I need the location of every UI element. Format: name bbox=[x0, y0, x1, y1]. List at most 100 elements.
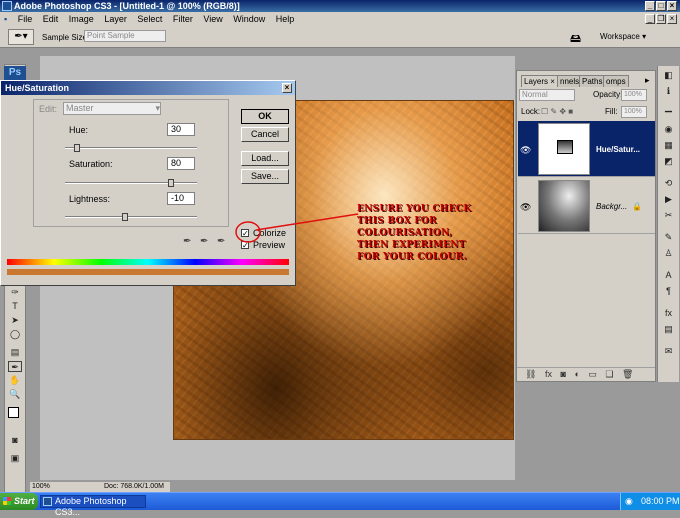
lock-icon: 🔒 bbox=[632, 202, 642, 211]
histogram-icon[interactable]: ▁ bbox=[662, 102, 675, 113]
ps-menu-icon[interactable]: ▪ bbox=[0, 12, 11, 26]
blend-mode-select[interactable]: Normal bbox=[519, 89, 575, 101]
load-button[interactable]: Load... bbox=[241, 151, 289, 166]
tab-comps[interactable]: omps bbox=[603, 75, 629, 87]
eye-icon[interactable]: 👁 bbox=[520, 202, 531, 213]
eye-icon[interactable]: 👁 bbox=[520, 145, 531, 156]
menu-filter[interactable]: Filter bbox=[169, 12, 197, 26]
doc-minimize-button[interactable]: _ bbox=[645, 14, 655, 24]
saturation-label: Saturation: bbox=[69, 159, 113, 169]
notes-icon[interactable]: ✉ bbox=[662, 346, 675, 357]
notes-tool-icon[interactable]: ▤ bbox=[8, 347, 22, 358]
ok-button[interactable]: OK bbox=[241, 109, 289, 124]
trash-icon[interactable]: 🗑 bbox=[622, 369, 633, 379]
menu-image[interactable]: Image bbox=[65, 12, 98, 26]
layer-row-background[interactable]: 👁 Backgr... 🔒 bbox=[518, 178, 655, 234]
lightness-slider-thumb[interactable] bbox=[122, 213, 128, 221]
annotation-line: COLOURISATION, bbox=[357, 228, 453, 238]
edit-channel-select[interactable]: Master ▾ bbox=[63, 102, 161, 115]
workspace-menu[interactable]: Workspace ▾ bbox=[600, 32, 646, 41]
eyedropper-plus-icon[interactable]: ✒ bbox=[200, 236, 208, 247]
layer-comps-icon[interactable]: fx bbox=[662, 308, 675, 319]
shape-tool-icon[interactable]: ◯ bbox=[8, 329, 22, 340]
menu-edit[interactable]: Edit bbox=[39, 12, 63, 26]
brushes-icon[interactable]: ✎ bbox=[662, 232, 675, 243]
lightness-slider-track[interactable] bbox=[65, 216, 197, 218]
character-icon[interactable]: A bbox=[662, 270, 675, 281]
adjustment-icon[interactable]: ◐ bbox=[574, 369, 579, 379]
group-icon[interactable]: ▭ bbox=[588, 369, 597, 379]
network-icon[interactable]: ◉ bbox=[625, 493, 633, 510]
window-title-bar: Adobe Photoshop CS3 - [Untitled-1 @ 100%… bbox=[0, 0, 680, 12]
layer-row-hue-saturation[interactable]: 👁 Hue/Satur... bbox=[518, 121, 655, 177]
styles-icon[interactable]: ◩ bbox=[662, 156, 675, 167]
opacity-field[interactable]: 100% bbox=[621, 89, 647, 101]
hue-field[interactable]: 30 bbox=[167, 123, 195, 136]
hand-tool-icon[interactable]: ✋ bbox=[8, 375, 22, 386]
taskbar-item-photoshop[interactable]: Adobe Photoshop CS3... bbox=[40, 495, 146, 517]
tool-presets-icon[interactable]: ✂ bbox=[662, 210, 675, 221]
doc-close-button[interactable]: × bbox=[667, 14, 677, 24]
pen-tool-icon[interactable]: ✑ bbox=[8, 287, 22, 298]
menu-window[interactable]: Window bbox=[229, 12, 269, 26]
hue-label: Hue: bbox=[69, 125, 89, 135]
hue-slider-thumb[interactable] bbox=[74, 144, 80, 152]
eyedropper-minus-icon[interactable]: ✒ bbox=[217, 236, 225, 247]
saturation-slider-thumb[interactable] bbox=[168, 179, 174, 187]
bridge-icon[interactable]: 🖴 bbox=[570, 30, 590, 45]
menu-help[interactable]: Help bbox=[272, 12, 299, 26]
info-icon[interactable]: ℹ bbox=[662, 86, 675, 97]
maximize-button[interactable]: □ bbox=[656, 1, 666, 11]
paragraph-icon[interactable]: ¶ bbox=[662, 286, 675, 297]
zoom-level[interactable]: 100% bbox=[32, 482, 50, 492]
panel-menu-icon[interactable]: ▸ bbox=[645, 75, 650, 86]
layer-name: Backgr... bbox=[596, 202, 628, 211]
taskbar: Start Adobe Photoshop CS3... ◉ 08:00 PM bbox=[0, 492, 680, 517]
save-button[interactable]: Save... bbox=[241, 169, 289, 184]
path-selection-icon[interactable]: ➤ bbox=[8, 315, 22, 326]
input-hue-bar bbox=[7, 259, 289, 265]
eyedropper-icon[interactable]: ✒ bbox=[183, 236, 191, 247]
tutorial-annotation: ENSURE YOU CHECK THIS BOX FOR COLOURISAT… bbox=[357, 203, 527, 263]
minimize-button[interactable]: _ bbox=[645, 1, 655, 11]
quick-mask-icon[interactable]: ◙ bbox=[8, 435, 22, 446]
eyedropper-tool-preset-icon[interactable]: ✒▾ bbox=[8, 29, 34, 45]
navigator-icon[interactable]: ◧ bbox=[662, 70, 675, 81]
photoshop-logo: Ps bbox=[4, 66, 26, 80]
actions-icon[interactable]: ▶ bbox=[662, 194, 675, 205]
menu-select[interactable]: Select bbox=[133, 12, 166, 26]
close-button[interactable]: × bbox=[667, 1, 677, 11]
fill-field[interactable]: 100% bbox=[621, 106, 647, 118]
lock-icons[interactable]: ☐ ✎ ✥ ■ bbox=[541, 107, 573, 116]
cancel-button[interactable]: Cancel bbox=[241, 127, 289, 142]
fx-icon[interactable]: fx bbox=[545, 369, 552, 379]
start-button[interactable]: Start bbox=[0, 493, 38, 510]
menu-view[interactable]: View bbox=[199, 12, 226, 26]
type-tool-icon[interactable]: T bbox=[8, 301, 22, 312]
menu-layer[interactable]: Layer bbox=[100, 12, 131, 26]
masks-icon[interactable]: ▤ bbox=[662, 324, 675, 335]
saturation-slider-track[interactable] bbox=[65, 182, 197, 184]
clone-source-icon[interactable]: ♙ bbox=[662, 248, 675, 259]
tab-layers[interactable]: Layers × bbox=[521, 75, 558, 87]
history-icon[interactable]: ⟲ bbox=[662, 178, 675, 189]
saturation-field[interactable]: 80 bbox=[167, 157, 195, 170]
zoom-tool-icon[interactable]: 🔍 bbox=[8, 389, 22, 400]
tab-paths[interactable]: Paths bbox=[579, 75, 606, 87]
screen-mode-icon[interactable]: ▣ bbox=[8, 453, 22, 464]
sample-size-select[interactable]: Point Sample bbox=[84, 30, 166, 42]
swatches-icon[interactable]: ▦ bbox=[662, 140, 675, 151]
doc-restore-button[interactable]: ❐ bbox=[656, 14, 666, 24]
dialog-close-button[interactable]: × bbox=[282, 83, 292, 93]
menu-file[interactable]: File bbox=[14, 12, 37, 26]
lightness-field[interactable]: -10 bbox=[167, 192, 195, 205]
new-layer-icon[interactable]: ❏ bbox=[605, 369, 613, 379]
mask-icon[interactable]: ◙ bbox=[560, 369, 565, 379]
hue-slider-track[interactable] bbox=[65, 147, 197, 149]
eyedropper-active-icon[interactable]: ✒ bbox=[8, 361, 22, 372]
foreground-color-swatch[interactable] bbox=[8, 407, 19, 418]
color-icon[interactable]: ◉ bbox=[662, 124, 675, 135]
annotation-line: FOR YOUR COLOUR. bbox=[357, 252, 468, 262]
link-icon[interactable]: ⛓ bbox=[525, 369, 536, 379]
annotation-line: ENSURE YOU CHECK bbox=[357, 204, 472, 214]
